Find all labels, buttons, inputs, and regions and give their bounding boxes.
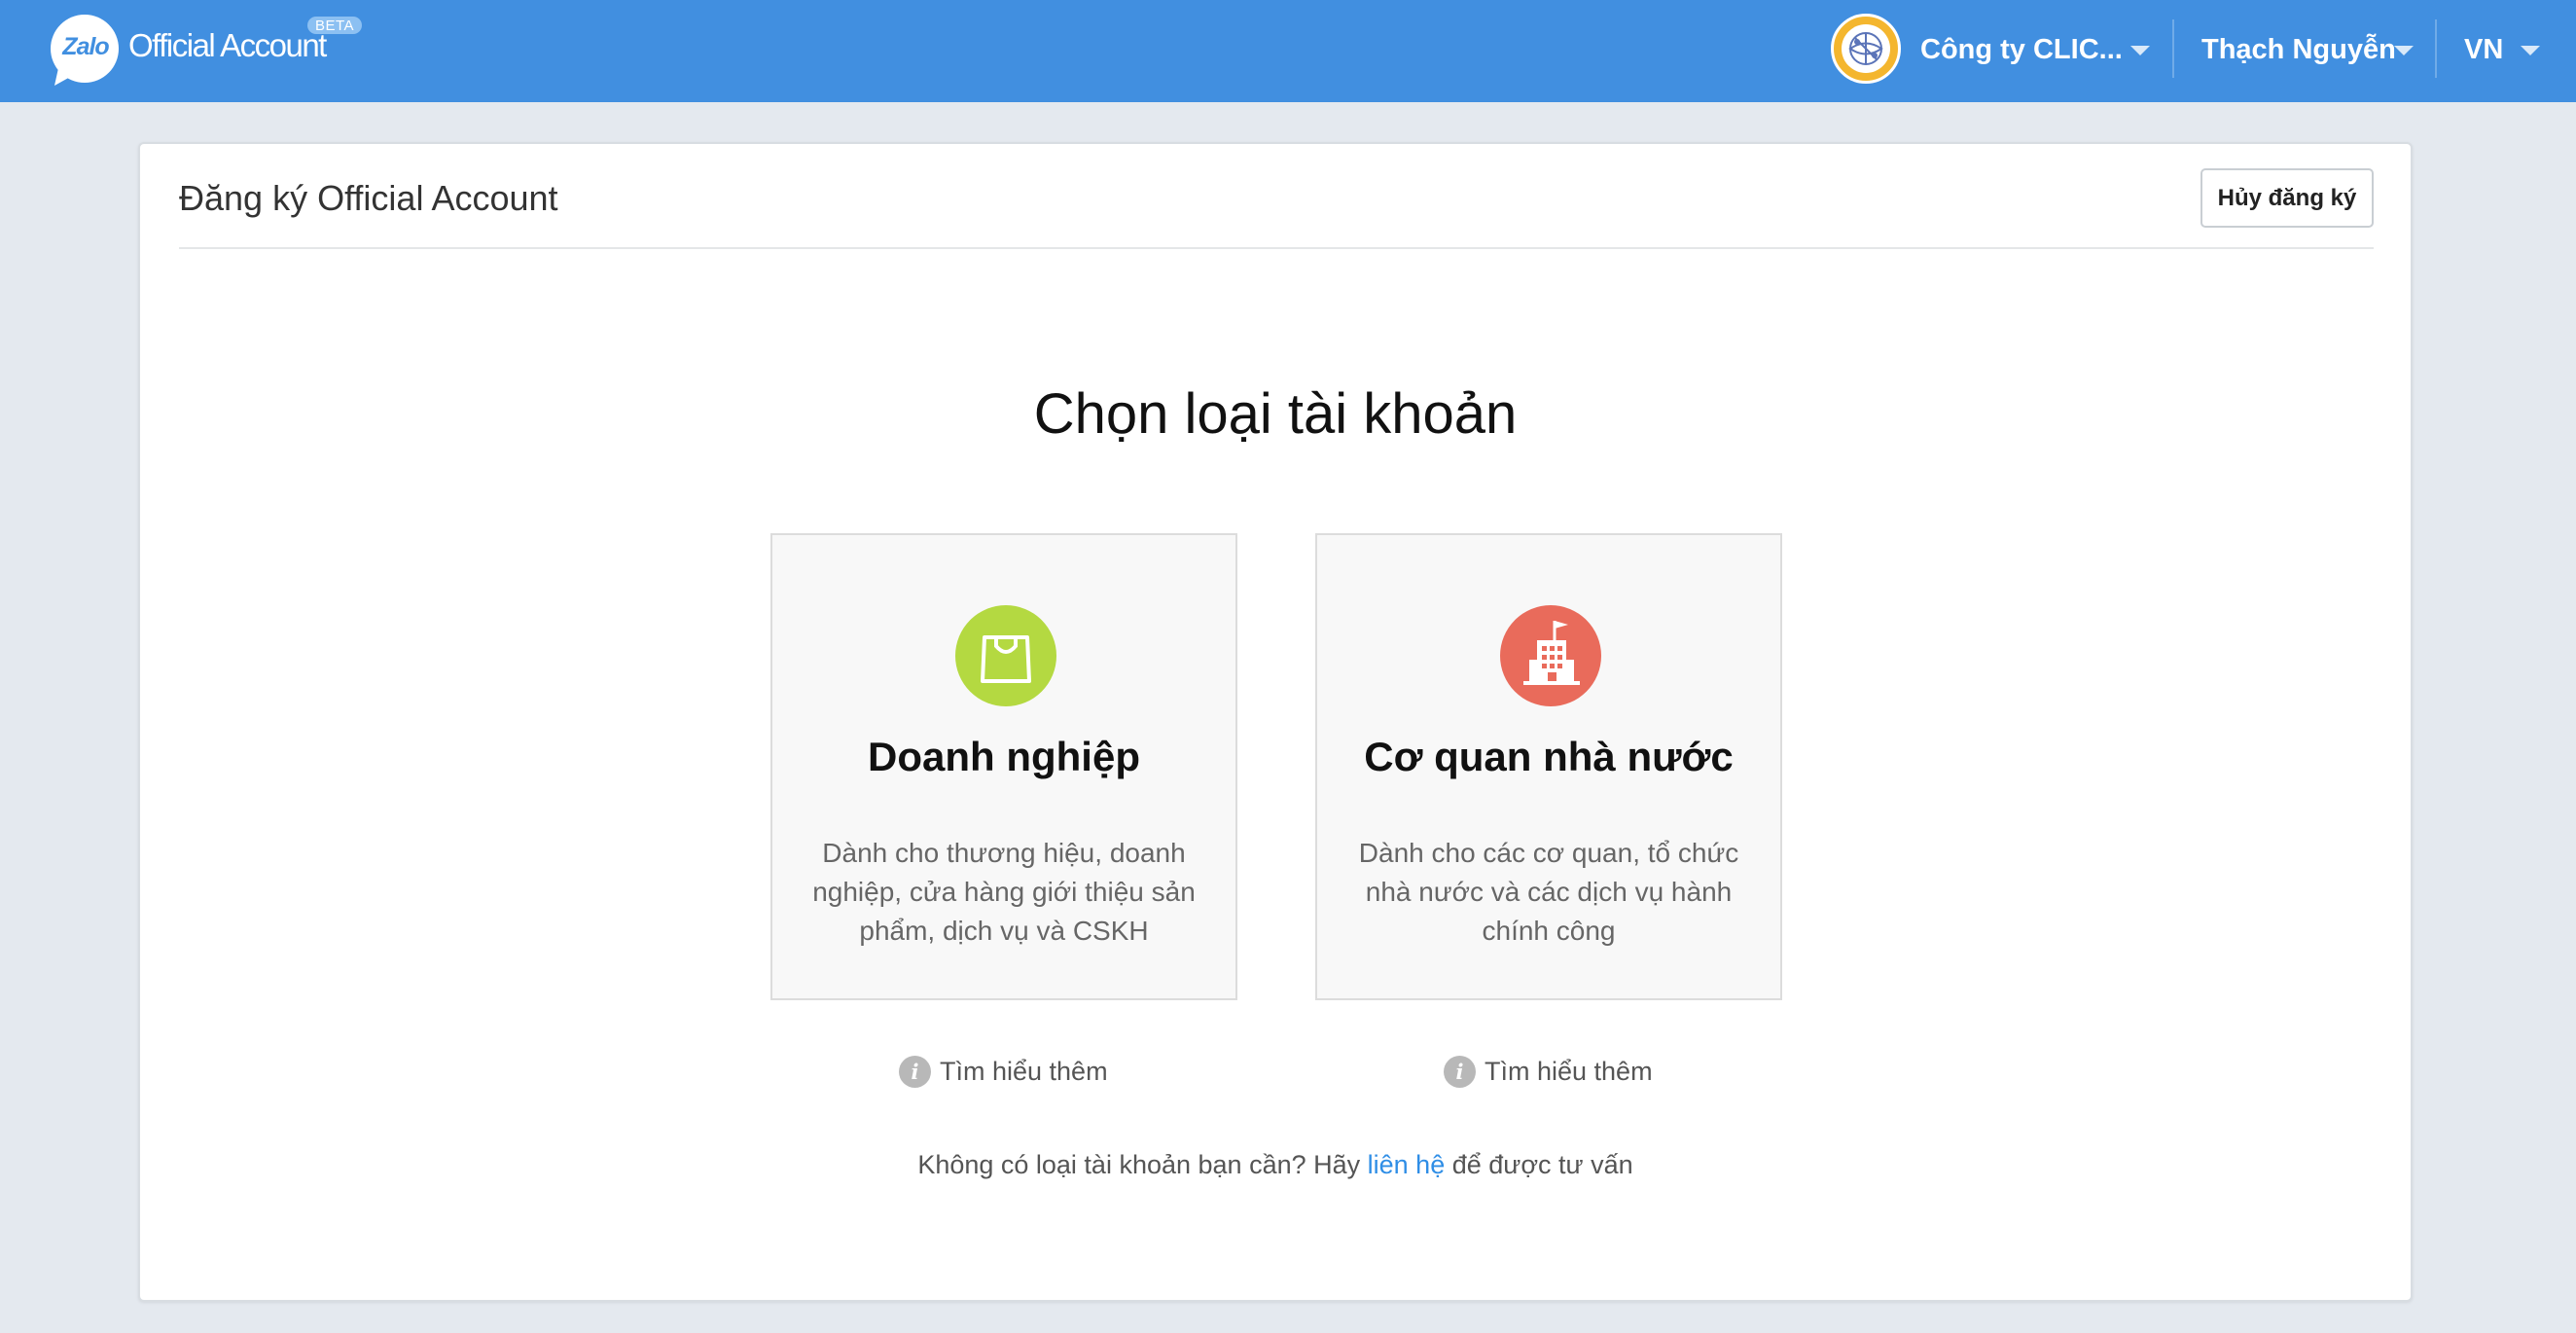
contact-note-suffix: để được tư vấn (1445, 1150, 1633, 1179)
learn-more-label: Tìm hiểu thêm (1485, 1057, 1653, 1086)
header-divider (2435, 19, 2437, 78)
zalo-logo-text: Zalo (62, 33, 109, 60)
brand-logo[interactable]: Zalo Official Account BETA (49, 14, 379, 88)
company-switcher[interactable]: Công ty CLIC... (1831, 14, 2171, 88)
option-title: Doanh nghiệp (868, 734, 1140, 779)
contact-link[interactable]: liên hệ (1368, 1150, 1446, 1179)
contact-note-text: Không có loại tài khoản bạn cần? Hãy (917, 1150, 1368, 1179)
company-name: Công ty CLIC... (1920, 34, 2123, 65)
beta-badge: BETA (307, 17, 363, 34)
registration-card: Đăng ký Official Account Hủy đăng ký Chọ… (138, 142, 2413, 1302)
option-description: Dành cho thương hiệu, doanh nghiệp, cửa … (812, 838, 1196, 946)
language-selector[interactable]: VN (2464, 34, 2503, 66)
contact-note: Không có loại tài khoản bạn cần? Hãy liê… (140, 1150, 2411, 1180)
globe-icon (1842, 24, 1890, 73)
cancel-registration-button[interactable]: Hủy đăng ký (2200, 168, 2374, 228)
choose-account-type-heading: Chọn loại tài khoản (1033, 382, 1518, 446)
info-icon: i (1444, 1056, 1476, 1088)
header-divider (2172, 19, 2174, 78)
learn-more-label: Tìm hiểu thêm (940, 1057, 1108, 1086)
top-bar: Zalo Official Account BETA Công ty CLIC.… (0, 0, 2576, 102)
option-description: Dành cho các cơ quan, tổ chức nhà nước v… (1358, 838, 1739, 946)
shopping-bag-icon (955, 605, 1056, 706)
company-avatar (1831, 14, 1901, 84)
page-title: Đăng ký Official Account (179, 178, 558, 218)
government-building-icon (1500, 605, 1601, 706)
language-dropdown-chevron-icon[interactable] (2521, 46, 2540, 55)
option-title: Cơ quan nhà nước (1364, 734, 1734, 779)
divider (179, 247, 2374, 249)
account-type-government-card[interactable]: Cơ quan nhà nước Dành cho các cơ quan, t… (1315, 533, 1782, 1000)
user-menu[interactable]: Thạch Nguyễn (2201, 34, 2396, 66)
info-icon: i (899, 1056, 931, 1088)
user-dropdown-chevron-icon[interactable] (2394, 46, 2414, 55)
account-type-business-card[interactable]: Doanh nghiệp Dành cho thương hiệu, doanh… (770, 533, 1237, 1000)
brand-title: Official Account (128, 27, 327, 63)
company-dropdown-chevron-icon[interactable] (2130, 46, 2150, 55)
